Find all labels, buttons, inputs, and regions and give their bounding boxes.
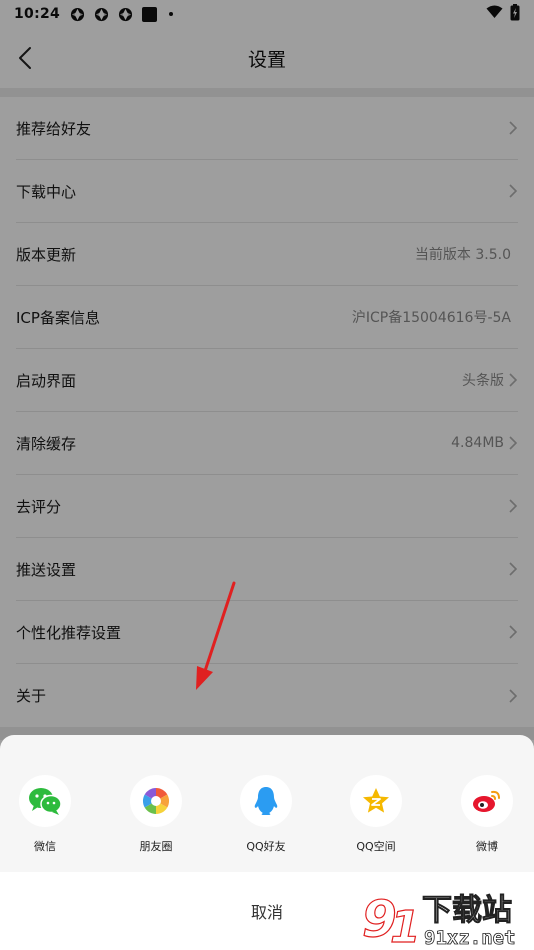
svg-text:91xz.net: 91xz.net: [424, 927, 516, 948]
share-wechat[interactable]: 微信: [0, 775, 95, 865]
share-label: 朋友圈: [139, 840, 173, 853]
share-icon-circle: [130, 775, 182, 827]
qzone-icon: [363, 788, 389, 813]
share-weibo[interactable]: 微博: [437, 775, 534, 865]
weibo-icon: [473, 790, 500, 812]
share-icon-circle: [350, 775, 402, 827]
settings-screen: 10:24 设置 推荐给好友 下载中心 版本更新 当前版本 3.5.0 ICP备…: [0, 0, 534, 950]
share-label: QQ空间: [356, 840, 396, 853]
svg-text:1: 1: [390, 902, 421, 948]
site-watermark-logo: 9 1 下载站 91xz.net: [361, 889, 516, 948]
share-moments[interactable]: 朋友圈: [106, 775, 206, 865]
wechat-icon: [29, 788, 62, 815]
qq-icon: [254, 787, 278, 815]
svg-text:下载站: 下载站: [422, 893, 512, 928]
share-qzone[interactable]: QQ空间: [326, 775, 426, 865]
share-icon-circle: [461, 775, 513, 827]
share-icon-circle: [240, 775, 292, 827]
share-label: QQ好友: [246, 840, 286, 853]
share-label: 微信: [34, 840, 56, 853]
moments-icon: [142, 787, 170, 815]
share-icon-circle: [19, 775, 71, 827]
annotation-arrow: [196, 581, 236, 690]
share-qq-friend[interactable]: QQ好友: [216, 775, 316, 865]
share-targets: 微信 朋友圈 QQ好友 QQ空间 微博: [0, 775, 534, 865]
share-label: 微博: [476, 840, 498, 853]
